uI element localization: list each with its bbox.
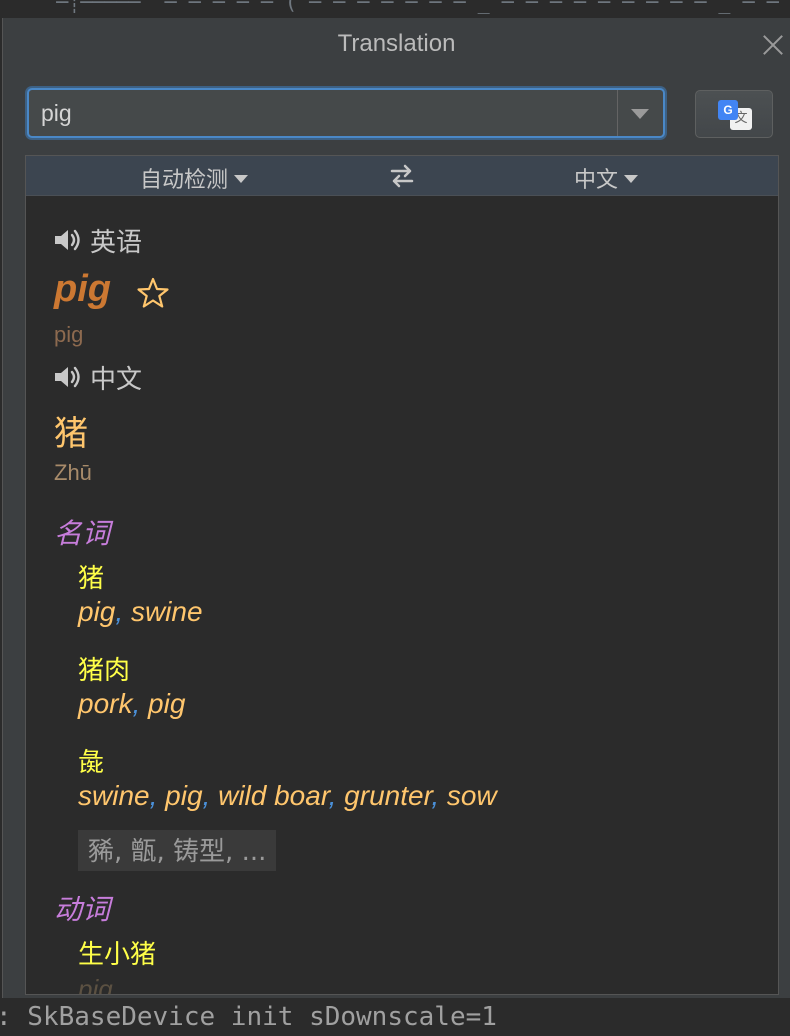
translation-dialog: Translation 文 G 自动检测 中文	[2, 18, 790, 998]
editor-code-fragment: ─┊───── ─ ─ ─ ─ ─ ( ─ ─ ─ ─ ─ ─ ─ _ ─ ─ …	[8, 0, 779, 14]
chevron-down-icon[interactable]	[618, 90, 663, 136]
source-language-selector[interactable]: 自动检测	[140, 162, 249, 194]
translated-word[interactable]: 猪	[54, 406, 88, 455]
target-language-selector[interactable]: 中文	[574, 162, 639, 194]
dropdown-triangle-icon	[234, 175, 249, 183]
translated-phonetic: Zhū	[54, 460, 92, 485]
google-translate-button[interactable]: 文 G	[695, 90, 773, 138]
source-language-label: 自动检测	[140, 168, 229, 193]
part-of-speech-verb: 动词	[54, 893, 111, 926]
dict-entry-term: 生小猪	[78, 940, 157, 970]
editor-background-bottom: : SkBaseDevice init sDownscale=1	[0, 998, 790, 1036]
translation-link[interactable]: swine	[131, 596, 203, 627]
translation-link[interactable]: pig	[165, 780, 202, 811]
dropdown-triangle-icon	[624, 175, 639, 183]
translation-link[interactable]: swine	[78, 780, 150, 811]
more-translations-button[interactable]: 豨, 甑, 铸型, ...	[78, 830, 277, 871]
dialog-title: Translation	[337, 30, 456, 57]
source-word[interactable]: pig	[54, 268, 111, 311]
language-bar: 自动检测 中文	[26, 156, 778, 196]
close-icon[interactable]	[760, 32, 786, 58]
console-log-line: : SkBaseDevice init sDownscale=1	[0, 1002, 497, 1032]
translation-link[interactable]: pig	[78, 596, 115, 627]
swap-arrows-icon[interactable]	[388, 163, 416, 189]
target-language-label: 中文	[574, 168, 619, 193]
dict-entry-translations: pork, pig	[78, 688, 186, 719]
translation-link[interactable]: grunter	[344, 780, 431, 811]
translation-link[interactable]: pig	[78, 974, 113, 994]
translation-link[interactable]: pork	[78, 688, 132, 719]
dialog-titlebar[interactable]: Translation	[3, 18, 790, 72]
translation-result-panel: 自动检测 中文 英语 pig pig 中文 猪 Zhū 名词 猪 pig, sw…	[25, 155, 779, 995]
translation-link[interactable]: pig	[148, 688, 185, 719]
translation-link[interactable]: sow	[447, 780, 497, 811]
search-input[interactable]	[41, 90, 611, 136]
part-of-speech-noun: 名词	[54, 517, 111, 550]
dict-entry-translations: pig, swine	[78, 596, 203, 627]
dict-entry-term: 彘	[78, 748, 105, 778]
google-translate-icon: 文 G	[718, 100, 752, 130]
editor-background-top: ─┊───── ─ ─ ─ ─ ─ ( ─ ─ ─ ─ ─ ─ ─ _ ─ ─ …	[0, 0, 790, 18]
target-language-name: 中文	[90, 365, 143, 395]
source-phonetic: pig	[54, 322, 84, 347]
star-icon[interactable]	[136, 276, 170, 310]
translation-link[interactable]: wild boar	[218, 780, 329, 811]
dict-entry-term: 猪肉	[78, 656, 131, 686]
speaker-icon[interactable]	[52, 362, 82, 392]
dict-entry-translations: swine, pig, wild boar, grunter, sow	[78, 780, 497, 811]
word-combobox[interactable]	[27, 88, 665, 138]
dict-entry-term: 猪	[78, 564, 105, 594]
speaker-icon[interactable]	[52, 225, 82, 255]
dict-entry-translations: pig	[78, 974, 113, 994]
source-language-name: 英语	[90, 228, 143, 258]
